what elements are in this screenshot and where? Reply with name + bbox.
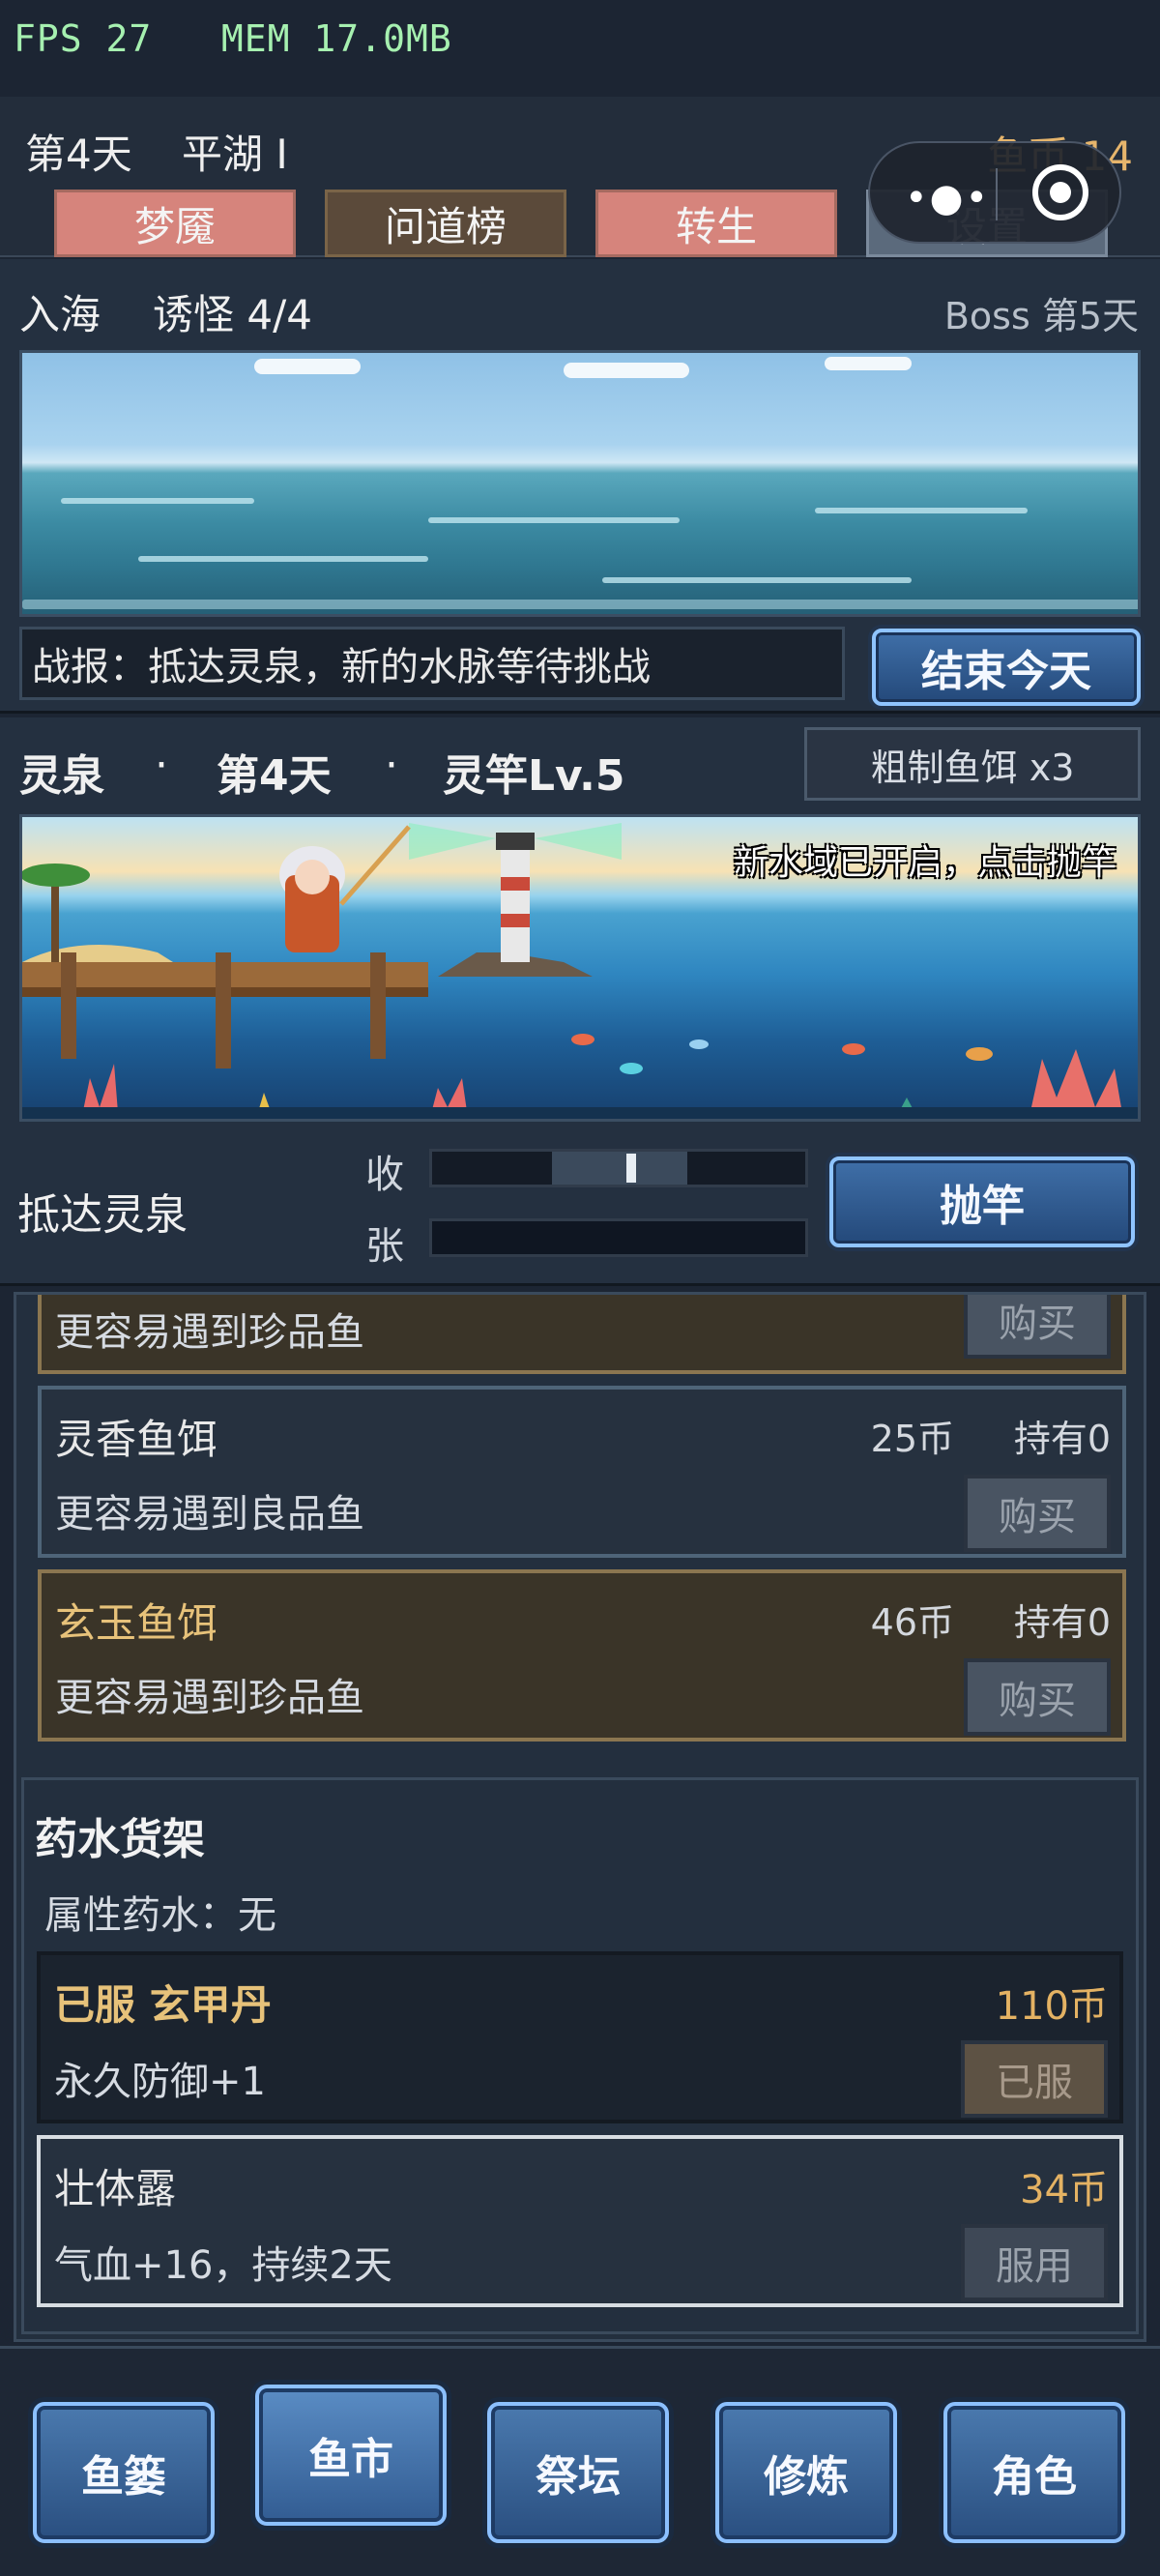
fishing-scene-image: 新水域已开启，点击抛竿 <box>19 814 1141 1122</box>
nav-cultivate[interactable]: 修炼 <box>715 2402 897 2543</box>
nav-fish-market[interactable]: 鱼市 <box>255 2385 447 2526</box>
tension-label: 张 <box>365 1224 404 1269</box>
end-day-button[interactable]: 结束今天 <box>872 629 1141 706</box>
shop-item-lingxiang-bait: 灵香鱼饵 25币 持有0 更容易遇到良品鱼 购买 <box>38 1386 1126 1558</box>
item-desc: 更容易遇到珍品鱼 <box>55 1676 364 1720</box>
item-desc: 更容易遇到良品鱼 <box>55 1492 364 1537</box>
day-label: 第4天 <box>25 131 132 178</box>
bait-selector[interactable]: 粗制鱼饵 x3 <box>804 727 1141 801</box>
potion-item-zhuangti: 壮体露 34币 气血+16，持续2天 服用 <box>37 2135 1123 2307</box>
item-price: 34币 <box>1020 2168 1108 2212</box>
buy-button[interactable]: 购买 <box>964 1475 1111 1552</box>
separator-dot: · <box>155 741 168 790</box>
item-name: 已服 玄甲丹 <box>54 1981 272 2029</box>
reel-label: 收 <box>365 1153 404 1197</box>
item-price: 46币 <box>870 1601 954 1644</box>
area-label: 平湖 I <box>182 131 288 178</box>
separator-dot: · <box>385 741 398 790</box>
shop-item-xuanyu-bait: 玄玉鱼饵 46币 持有0 更容易遇到珍品鱼 购买 <box>38 1569 1126 1742</box>
item-name: 灵香鱼饵 <box>55 1416 218 1463</box>
item-price: 110币 <box>995 1984 1108 2029</box>
item-desc: 永久防御+1 <box>54 2060 266 2104</box>
miniprogram-capsule[interactable]: •●• <box>868 141 1121 244</box>
nav-character[interactable]: 角色 <box>943 2402 1125 2543</box>
buy-button[interactable]: 购买 <box>964 1295 1111 1359</box>
nav-altar[interactable]: 祭坛 <box>487 2402 669 2543</box>
item-owned: 持有0 <box>1013 1601 1111 1644</box>
tension-bar <box>429 1218 808 1257</box>
reel-bar <box>429 1149 808 1187</box>
lure-count: 诱怪 4/4 <box>153 291 312 338</box>
item-desc: 气血+16，持续2天 <box>54 2243 392 2288</box>
sea-mode: 入海 <box>19 291 102 338</box>
fps-counter: FPS 27 MEM 17.0MB <box>14 17 452 60</box>
fps-value: FPS 27 <box>14 17 153 60</box>
item-owned: 持有0 <box>1013 1418 1111 1460</box>
item-desc: 更容易遇到珍品鱼 <box>55 1310 364 1355</box>
item-name: 玄玉鱼饵 <box>55 1599 218 1647</box>
reel-marker <box>626 1154 636 1183</box>
scene-message: 新水域已开启，点击抛竿 <box>733 843 1116 883</box>
capsule-divider <box>996 168 998 220</box>
fishing-day: 第4天 <box>217 751 332 801</box>
battle-report: 战报：抵达灵泉，新的水脉等待挑战 <box>19 627 845 700</box>
more-dots-icon[interactable]: •●• <box>905 176 990 220</box>
potion-item-xuanjia: 已服 玄甲丹 110币 永久防御+1 已服 <box>37 1951 1123 2123</box>
tab-ranking[interactable]: 问道榜 <box>325 190 566 257</box>
attribute-potion-status: 属性药水：无 <box>44 1893 276 1938</box>
mem-value: MEM 17.0MB <box>220 17 452 60</box>
item-name: 壮体露 <box>54 2165 177 2212</box>
use-button[interactable]: 服用 <box>961 2224 1108 2301</box>
cast-button[interactable]: 抛竿 <box>829 1156 1135 1247</box>
sea-view-image <box>19 350 1141 617</box>
tab-nightmare[interactable]: 梦魇 <box>54 190 296 257</box>
shop-item-partial: 更容易遇到珍品鱼 购买 <box>38 1295 1126 1374</box>
rod-level: 灵竿Lv.5 <box>443 751 625 801</box>
close-target-icon[interactable] <box>1032 164 1088 220</box>
fishing-location: 灵泉 <box>19 751 104 801</box>
buy-button[interactable]: 购买 <box>964 1658 1111 1736</box>
reel-zone <box>552 1152 687 1185</box>
taken-button[interactable]: 已服 <box>961 2040 1108 2118</box>
item-price: 25币 <box>870 1418 954 1460</box>
fishing-status: 抵达灵泉 <box>17 1190 188 1240</box>
nav-fish-basket[interactable]: 鱼篓 <box>33 2402 215 2543</box>
tab-rebirth[interactable]: 转生 <box>595 190 837 257</box>
boss-day: Boss 第5天 <box>943 295 1139 337</box>
potion-shelf-title: 药水货架 <box>35 1815 205 1864</box>
